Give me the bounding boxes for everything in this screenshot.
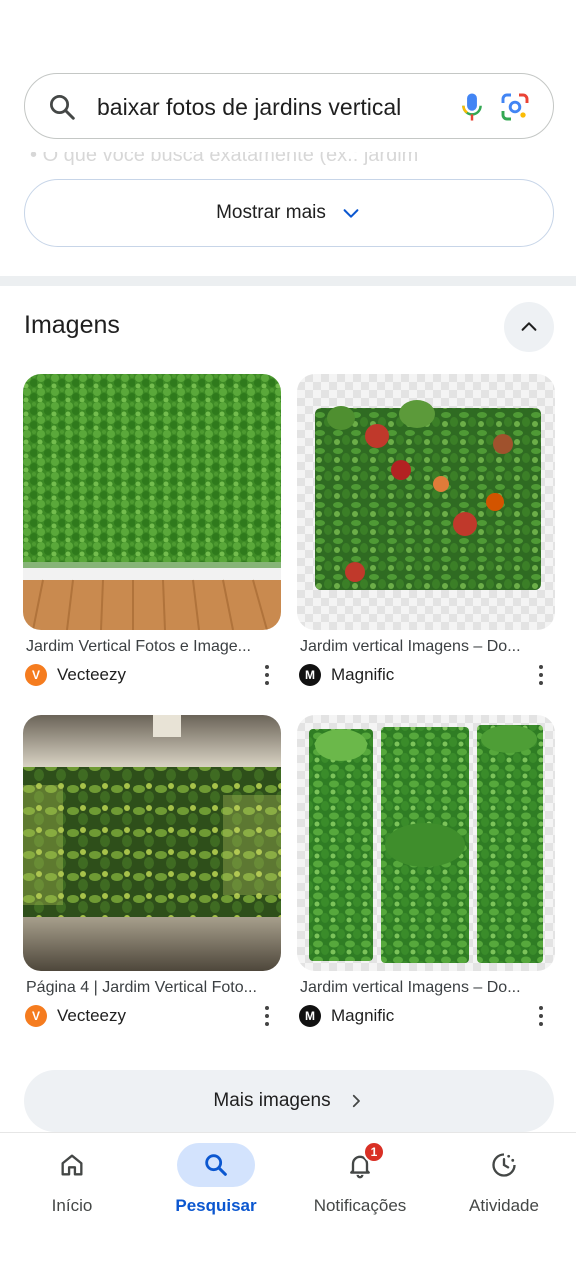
- source-name: Vecteezy: [57, 1006, 126, 1025]
- magnific-logo-icon: M: [299, 664, 321, 686]
- nav-item-home[interactable]: Início: [0, 1143, 144, 1216]
- google-lens-icon[interactable]: [499, 91, 531, 123]
- result-thumbnail[interactable]: [23, 715, 281, 971]
- result-caption[interactable]: Página 4 | Jardim Vertical Foto...: [23, 979, 269, 997]
- image-result[interactable]: Página 4 | Jardim Vertical Foto... V Vec…: [23, 715, 281, 1029]
- show-more-button[interactable]: Mostrar mais: [24, 179, 554, 247]
- result-caption[interactable]: Jardim Vertical Fotos e Image...: [23, 638, 269, 656]
- more-images-button[interactable]: Mais imagens: [24, 1070, 554, 1132]
- more-options-icon[interactable]: [263, 665, 271, 685]
- image-result[interactable]: Jardim vertical Imagens – Do... M Magnif…: [297, 715, 555, 1029]
- nav-item-notifications[interactable]: 1 Notificações: [288, 1141, 432, 1216]
- nav-item-activity[interactable]: Atividade: [432, 1143, 576, 1216]
- nav-label: Atividade: [469, 1196, 539, 1215]
- source-name: Vecteezy: [57, 665, 126, 684]
- search-icon: [177, 1143, 255, 1187]
- search-header: baixar fotos de jardins vertical: [0, 0, 576, 152]
- indoor-green-wall-image: [23, 715, 281, 971]
- show-more-label: Mostrar mais: [216, 202, 326, 223]
- result-source[interactable]: M Magnific: [297, 1003, 555, 1029]
- bell-icon: 1: [321, 1141, 399, 1187]
- more-options-icon[interactable]: [537, 1006, 545, 1026]
- result-thumbnail[interactable]: [23, 374, 281, 630]
- magnific-logo-icon: M: [299, 1005, 321, 1027]
- result-source[interactable]: V Vecteezy: [23, 662, 281, 688]
- vecteezy-logo-icon: V: [25, 664, 47, 686]
- vertical-garden-panel-image: [315, 400, 541, 590]
- collapse-button[interactable]: [504, 302, 554, 352]
- result-source[interactable]: M Magnific: [297, 662, 555, 688]
- more-images-label: Mais imagens: [213, 1090, 331, 1111]
- image-result[interactable]: Jardim Vertical Fotos e Image... V Vecte…: [23, 374, 281, 688]
- section-divider: [0, 276, 576, 286]
- more-options-icon[interactable]: [537, 665, 545, 685]
- result-caption[interactable]: Jardim vertical Imagens – Do...: [297, 979, 543, 997]
- nav-label: Início: [51, 1196, 93, 1215]
- vecteezy-logo-icon: V: [25, 1005, 47, 1027]
- search-bar[interactable]: baixar fotos de jardins vertical: [24, 73, 554, 139]
- image-result[interactable]: Jardim vertical Imagens – Do... M Magnif…: [297, 374, 555, 688]
- green-wall-wood-floor-image: [23, 374, 281, 630]
- notification-badge: 1: [363, 1141, 385, 1163]
- result-source[interactable]: V Vecteezy: [23, 1003, 281, 1029]
- bottom-navigation: Início Pesquisar 1 Notificações Atividad…: [0, 1132, 576, 1280]
- result-thumbnail[interactable]: [297, 374, 555, 630]
- activity-icon: [465, 1143, 543, 1187]
- microphone-icon[interactable]: [457, 91, 487, 123]
- result-caption[interactable]: Jardim vertical Imagens – Do...: [297, 638, 543, 656]
- nav-label: Notificações: [313, 1196, 407, 1215]
- search-input[interactable]: baixar fotos de jardins vertical: [97, 94, 401, 121]
- home-icon: [33, 1143, 111, 1187]
- nav-item-search[interactable]: Pesquisar: [144, 1143, 288, 1216]
- chevron-down-icon: [343, 209, 359, 218]
- search-icon: [50, 95, 75, 120]
- chevron-right-icon: [352, 1094, 360, 1108]
- section-title: Imagens: [24, 311, 120, 339]
- chevron-up-icon: [521, 322, 537, 331]
- nav-label: Pesquisar: [175, 1196, 257, 1215]
- source-name: Magnific: [331, 1006, 395, 1025]
- source-name: Magnific: [331, 665, 395, 684]
- result-thumbnail[interactable]: [297, 715, 555, 971]
- vertical-garden-strips-image: [309, 725, 543, 963]
- more-options-icon[interactable]: [263, 1006, 271, 1026]
